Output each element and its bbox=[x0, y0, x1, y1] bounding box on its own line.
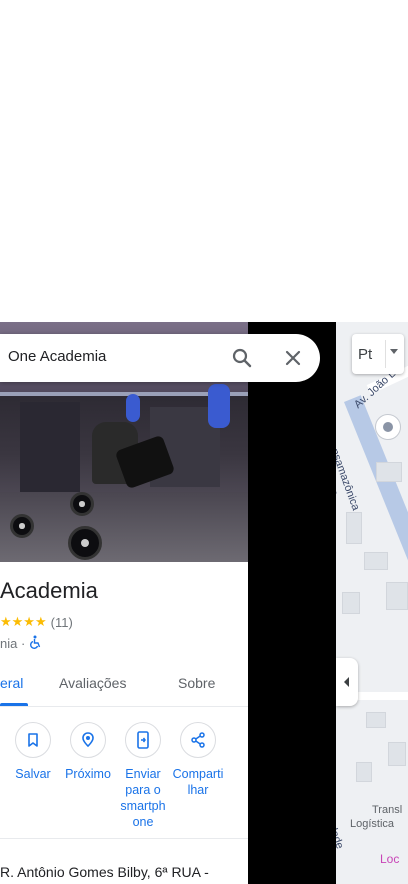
address-text[interactable]: R. Antônio Gomes Bilby, 6ª RUA - bbox=[0, 864, 209, 880]
save-label: Salvar bbox=[15, 767, 51, 781]
map-layer-label: Pt bbox=[358, 345, 373, 363]
tab-overview[interactable]: eral bbox=[0, 675, 23, 691]
save-button[interactable]: Salvar bbox=[5, 722, 61, 782]
send-to-phone-button[interactable]: Enviar para o smartph one bbox=[115, 722, 171, 830]
map-block bbox=[388, 742, 406, 766]
map-block bbox=[386, 582, 408, 610]
search-icon[interactable] bbox=[230, 346, 254, 370]
tab-about[interactable]: Sobre bbox=[178, 675, 215, 691]
map-street-label: rdade bbox=[336, 820, 346, 851]
black-gap bbox=[248, 322, 336, 884]
map-pin-icon[interactable] bbox=[375, 414, 401, 440]
map-block bbox=[342, 592, 360, 614]
divider bbox=[0, 838, 248, 839]
map-block bbox=[366, 712, 386, 728]
rating-stars: ★★★★ bbox=[0, 614, 47, 629]
photo-plate bbox=[68, 526, 102, 560]
wheelchair-icon bbox=[29, 635, 42, 652]
map-poi-label: Transl bbox=[372, 804, 403, 816]
send-to-phone-icon bbox=[125, 722, 161, 758]
nearby-icon bbox=[70, 722, 106, 758]
chevron-down-icon[interactable] bbox=[390, 349, 398, 354]
nearby-button[interactable]: Próximo bbox=[60, 722, 116, 782]
chevron-left-icon bbox=[344, 677, 349, 687]
photo-person-blue bbox=[208, 384, 230, 428]
send-to-phone-label: Enviar para o smartph one bbox=[120, 767, 166, 829]
blank-area bbox=[0, 0, 408, 322]
collapse-panel-button[interactable] bbox=[336, 658, 358, 706]
photo-person-blue bbox=[126, 394, 140, 422]
bookmark-icon bbox=[15, 722, 51, 758]
photo-plate bbox=[70, 492, 94, 516]
share-icon bbox=[180, 722, 216, 758]
map-street-label: Transamazônica bbox=[336, 432, 362, 513]
map-block bbox=[346, 512, 362, 544]
rating-row[interactable]: ★★★★ (11) bbox=[0, 614, 73, 630]
photo-rack bbox=[20, 402, 80, 492]
tab-reviews[interactable]: Avaliações bbox=[59, 675, 126, 691]
share-label: Comparti lhar bbox=[172, 767, 224, 797]
nearby-label: Próximo bbox=[65, 767, 111, 781]
photo-floor bbox=[0, 492, 248, 562]
category-row: nia · bbox=[0, 635, 42, 652]
layer-divider bbox=[385, 340, 386, 368]
active-tab-indicator bbox=[0, 703, 28, 706]
place-tabs: eral Avaliações Sobre bbox=[0, 664, 248, 707]
map-poi-label: Logística bbox=[350, 818, 395, 830]
search-bar: One Academia bbox=[0, 334, 320, 382]
rating-count: (11) bbox=[50, 614, 73, 630]
map-block bbox=[356, 762, 372, 782]
photo-plate bbox=[10, 514, 34, 538]
map-block bbox=[364, 552, 388, 570]
place-title: Academia bbox=[0, 578, 98, 603]
map-layer-button[interactable]: Pt bbox=[352, 334, 404, 374]
search-input[interactable]: One Academia bbox=[8, 348, 106, 365]
place-category: nia · bbox=[0, 636, 26, 651]
map-view[interactable]: Av. João L Transamazônica ira rdade Tran… bbox=[336, 322, 408, 884]
share-button[interactable]: Comparti lhar bbox=[170, 722, 226, 798]
close-icon[interactable] bbox=[281, 346, 305, 370]
map-poi-label: Loc bbox=[380, 852, 400, 866]
map-street-label: Av. João L bbox=[352, 367, 398, 411]
map-block bbox=[376, 462, 402, 482]
